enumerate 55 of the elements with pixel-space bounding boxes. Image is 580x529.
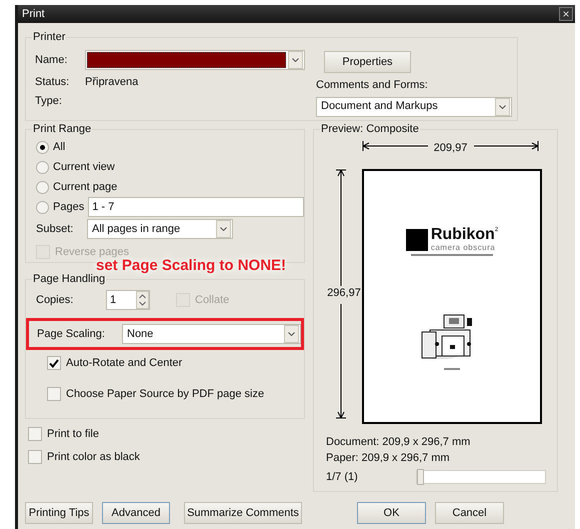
spinner-arrows-icon[interactable] (136, 291, 149, 309)
summarize-comments-button[interactable]: Summarize Comments (184, 502, 302, 524)
name-label: Name: (35, 52, 68, 68)
page-slider[interactable] (416, 470, 546, 484)
page-scaling-dropdown[interactable]: None (122, 324, 301, 344)
checkbox-label: Reverse pages (55, 244, 129, 260)
ok-button[interactable]: OK (357, 502, 426, 524)
radio-button[interactable] (36, 200, 49, 214)
window-title: Print (22, 6, 45, 22)
caption-line (444, 368, 460, 370)
logo-subtitle: camera obscura (430, 242, 496, 252)
comments-label: Comments and Forms: (316, 78, 429, 93)
group-title: Preview: Composite (320, 122, 420, 136)
advanced-button[interactable]: Advanced (102, 502, 170, 524)
logo-square-icon (406, 228, 428, 250)
checkbox[interactable] (47, 356, 61, 370)
radio-button[interactable] (36, 140, 49, 154)
group-title: Print Range (32, 122, 92, 136)
slider-thumb[interactable] (417, 468, 424, 485)
height-dimension: 296,97 (327, 286, 361, 300)
close-button[interactable]: × (559, 7, 573, 21)
comments-dropdown[interactable]: Document and Markups (316, 96, 512, 116)
document-size: Document: 209,9 x 296,7 mm (326, 434, 472, 450)
status-label: Status: (35, 74, 70, 90)
radio-label: Current view (53, 160, 115, 175)
pages-field[interactable]: 1 - 7 (88, 197, 304, 217)
logo-title: Rubikon (430, 226, 495, 242)
status-value: Připravena (85, 74, 138, 90)
radio-label: All (53, 140, 66, 155)
checkbox-label: Auto-Rotate and Center (66, 356, 182, 371)
checkbox[interactable] (28, 427, 42, 441)
checkbox-label: Choose Paper Source by PDF page size (66, 386, 264, 402)
printer-name-dropdown[interactable] (85, 50, 305, 70)
type-label: Type: (35, 94, 63, 109)
paper-size: Paper: 209,9 x 296,7 mm (326, 450, 451, 466)
subset-dropdown[interactable]: All pages in range (87, 219, 233, 239)
radio-label: Current page (53, 180, 118, 195)
checkbox[interactable] (47, 387, 61, 401)
radio-label: Pages (53, 200, 84, 215)
cancel-button[interactable]: Cancel (435, 502, 504, 524)
annotation-text: set Page Scaling to NONE! (96, 257, 286, 274)
checkbox-label: Print to file (47, 426, 99, 442)
page-counter: 1/7 (1) (326, 470, 359, 484)
copies-spinner[interactable]: 1 (106, 290, 150, 310)
radio-button[interactable] (36, 180, 49, 194)
subset-label: Subset: (36, 222, 74, 237)
properties-button[interactable]: Properties (324, 51, 411, 73)
checkbox-label: Print color as black (47, 450, 140, 465)
checkbox-label: Collate (195, 292, 230, 308)
page-scaling-label: Page Scaling: (37, 326, 106, 342)
radio-button[interactable] (36, 160, 49, 174)
copies-label: Copies: (36, 292, 74, 308)
checkbox[interactable] (28, 450, 42, 464)
printing-tips-button[interactable]: Printing Tips (25, 502, 93, 524)
group-title: Page Handling (32, 272, 106, 286)
